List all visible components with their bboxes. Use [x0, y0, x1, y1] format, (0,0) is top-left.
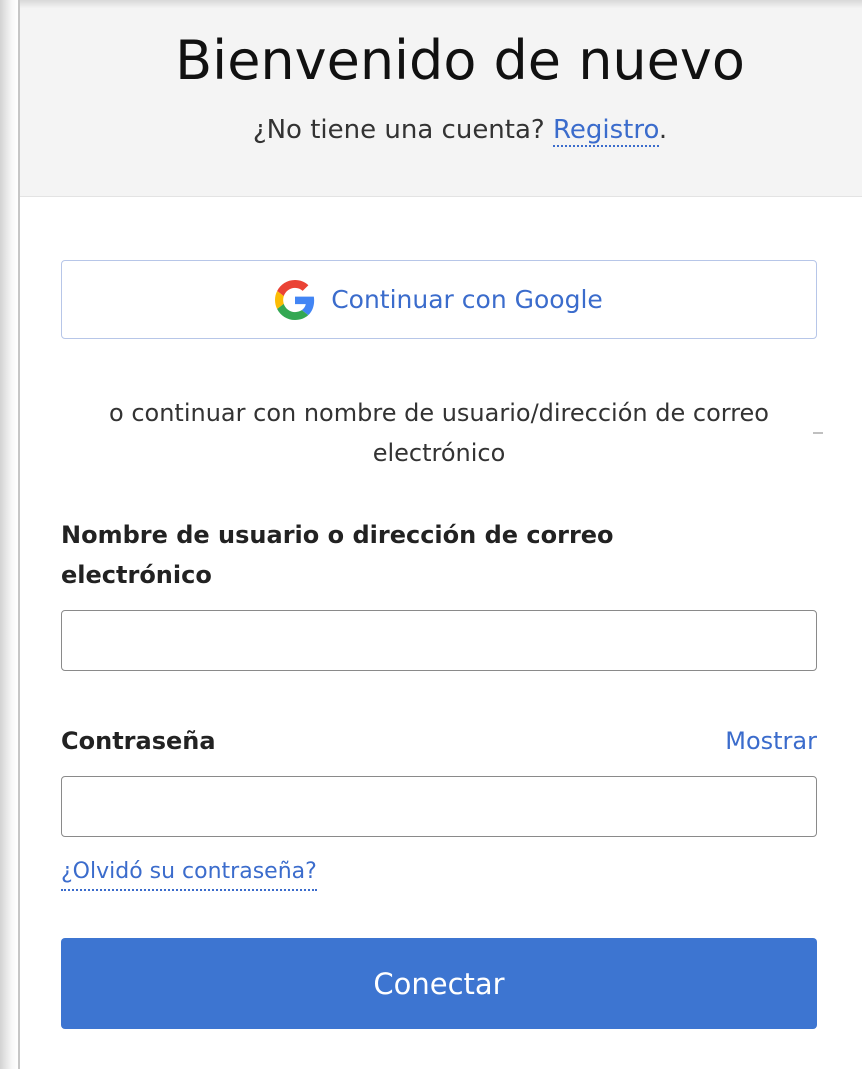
continue-with-google-button[interactable]: Continuar con Google [61, 260, 817, 339]
password-input[interactable] [61, 776, 817, 837]
no-account-text: ¿No tiene una cuenta? [252, 115, 545, 145]
forgot-password-link[interactable]: ¿Olvidó su contraseña? [61, 855, 317, 891]
page-title: Bienvenido de nuevo [175, 29, 745, 92]
username-label: Nombre de usuario o dirección de correo … [61, 521, 614, 589]
show-password-link[interactable]: Mostrar [725, 721, 817, 761]
connect-button[interactable]: Conectar [61, 938, 817, 1029]
register-period: . [658, 115, 668, 145]
password-label: Contraseña [61, 727, 216, 755]
divider-mark [813, 432, 823, 434]
window-left-shadow [0, 0, 18, 1069]
google-g-icon [275, 279, 315, 320]
google-button-label: Continuar con Google [331, 285, 603, 314]
username-input[interactable] [61, 610, 817, 671]
login-header: Bienvenido de nuevo ¿No tiene una cuenta… [20, 8, 862, 197]
alternative-login-text: o continuar con nombre de usuario/direcc… [109, 399, 769, 467]
window-top-edge [0, 0, 862, 8]
register-link[interactable]: Registro [552, 115, 659, 147]
signup-prompt: ¿No tiene una cuenta? Registro. [20, 112, 862, 148]
